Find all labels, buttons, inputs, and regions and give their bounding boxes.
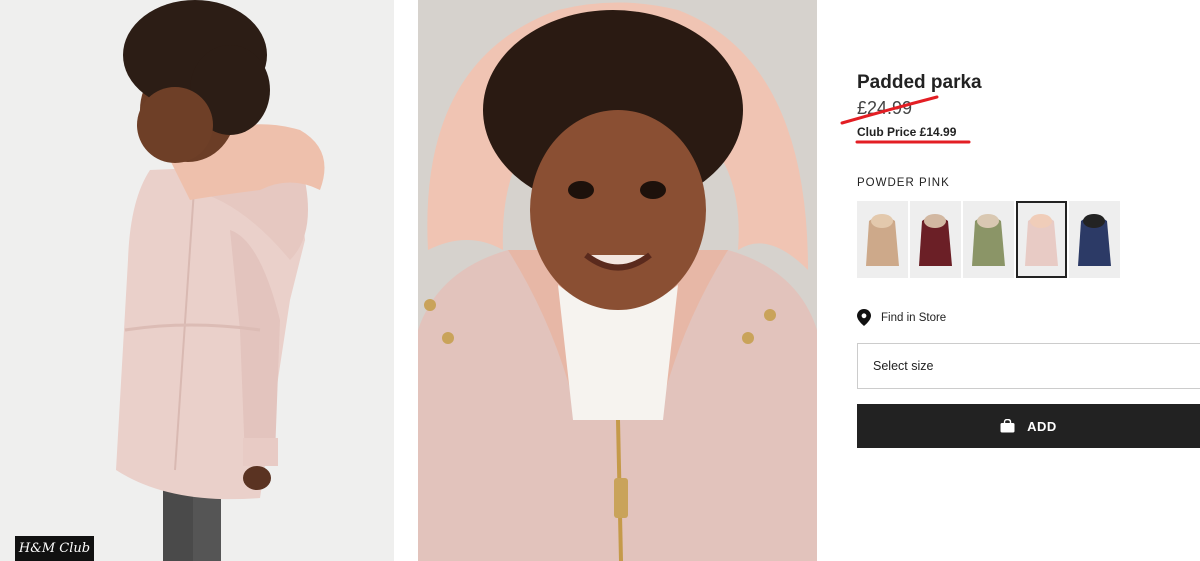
add-button-label: ADD	[1027, 418, 1057, 434]
location-pin-icon	[857, 309, 871, 326]
add-to-bag-button[interactable]: ADD	[857, 404, 1200, 448]
product-image-front[interactable]	[418, 0, 817, 561]
swatch-navy[interactable]	[1069, 201, 1120, 278]
swatch-khaki[interactable]	[963, 201, 1014, 278]
swatch-beige[interactable]	[857, 201, 908, 278]
product-details: Padded parka £24.99 Club Price £14.99 PO…	[840, 0, 1200, 561]
product-title: Padded parka	[857, 72, 982, 93]
old-price: £24.99	[857, 98, 913, 118]
swatch-powder-pink[interactable]	[1016, 201, 1067, 278]
hm-club-badge: H&M Club	[15, 536, 94, 561]
find-in-store-label: Find in Store	[881, 311, 947, 324]
color-swatches	[857, 201, 1120, 278]
selected-color-name: POWDER PINK	[857, 177, 950, 189]
product-image-side[interactable]: H&M Club	[0, 0, 394, 561]
club-price: Club Price £14.99	[857, 125, 957, 139]
select-size-dropdown[interactable]: Select size	[857, 343, 1200, 389]
swatch-burgundy[interactable]	[910, 201, 961, 278]
find-in-store-link[interactable]: Find in Store	[857, 309, 946, 326]
shopping-bag-icon	[1000, 419, 1015, 433]
red-annotation-marks	[840, 95, 971, 144]
